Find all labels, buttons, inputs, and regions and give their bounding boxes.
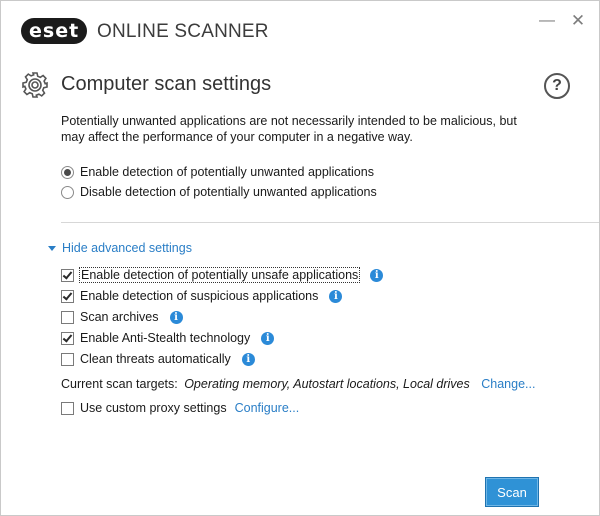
info-icon[interactable]: i [370,268,384,282]
checkbox-checked[interactable] [61,289,74,303]
gear-icon [22,72,48,98]
title-bar: eset ONLINE SCANNER — ✕ [1,1,599,59]
enable-pua-label: Enable detection of potentially unwanted… [80,165,374,179]
proxy-checkbox[interactable]: Use custom proxy settings Configure... [61,399,299,417]
checkbox-checked[interactable] [61,268,74,282]
clean-threats-checkbox[interactable]: Clean threats automatically i [61,350,255,368]
scan-archives-checkbox[interactable]: Scan archives i [61,308,183,326]
disable-pua-radio[interactable]: Disable detection of potentially unwante… [61,183,377,201]
radio-button-selected[interactable] [61,165,74,179]
info-icon[interactable]: i [261,331,275,345]
disable-pua-label: Disable detection of potentially unwante… [80,185,377,199]
unsafe-apps-label: Enable detection of potentially unsafe a… [78,267,361,283]
close-button[interactable]: ✕ [568,11,588,31]
radio-button[interactable] [61,185,74,199]
collapse-arrow-icon [48,245,56,251]
info-icon[interactable]: i [241,352,255,366]
scan-button[interactable]: Scan [485,477,539,507]
unsafe-apps-checkbox[interactable]: Enable detection of potentially unsafe a… [61,266,384,284]
scan-targets: Current scan targets: Operating memory, … [61,377,535,391]
enable-pua-radio[interactable]: Enable detection of potentially unwanted… [61,163,374,181]
info-icon[interactable]: i [329,289,343,303]
scanner-window: eset ONLINE SCANNER — ✕ Computer scan se… [0,0,600,516]
hide-advanced-settings-link[interactable]: Hide advanced settings [48,241,192,255]
configure-proxy-link[interactable]: Configure... [235,401,300,415]
eset-logo: eset [21,18,88,44]
checkbox-checked[interactable] [61,331,74,345]
proxy-label: Use custom proxy settings [80,401,227,415]
checkbox[interactable] [61,401,74,415]
suspicious-apps-label: Enable detection of suspicious applicati… [80,289,319,303]
clean-threats-label: Clean threats automatically [80,352,231,366]
divider [61,222,599,223]
pua-description: Potentially unwanted applications are no… [61,114,517,144]
scan-targets-label: Current scan targets: [61,377,178,391]
change-targets-link[interactable]: Change... [481,377,535,391]
anti-stealth-label: Enable Anti-Stealth technology [80,331,251,345]
scan-archives-label: Scan archives [80,310,159,324]
scan-targets-value: Operating memory, Autostart locations, L… [184,377,470,391]
page-title: Computer scan settings [61,73,272,95]
advanced-toggle-label: Hide advanced settings [62,241,192,255]
suspicious-apps-checkbox[interactable]: Enable detection of suspicious applicati… [61,287,343,305]
product-name: ONLINE SCANNER [97,21,269,42]
minimize-button[interactable]: — [537,11,557,31]
checkbox[interactable] [61,310,74,324]
info-icon[interactable]: i [169,310,183,324]
help-button[interactable]: ? [544,73,570,99]
anti-stealth-checkbox[interactable]: Enable Anti-Stealth technology i [61,329,275,347]
checkbox[interactable] [61,352,74,366]
